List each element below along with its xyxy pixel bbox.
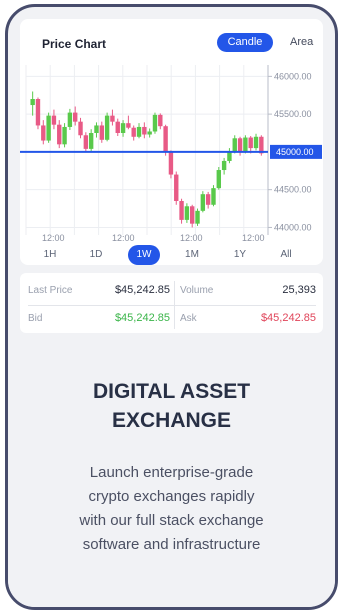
candle-up xyxy=(136,126,142,137)
timeframe-1y[interactable]: 1Y xyxy=(220,245,260,265)
candle-down xyxy=(126,123,131,128)
price-chart-card: Price Chart Candle Area 45000.00 46000.0… xyxy=(20,19,323,265)
timeframe-all[interactable]: All xyxy=(266,245,306,265)
current-price-tag-label: 45000.00 xyxy=(276,147,314,157)
candle-down xyxy=(110,115,115,122)
hero-title-line-2: EXCHANGE xyxy=(111,409,232,432)
candle-up xyxy=(152,114,158,132)
hero-description: Launch enterprise-grade crypto exchanges… xyxy=(8,461,335,557)
candle-up xyxy=(216,170,221,189)
candle-up xyxy=(147,131,152,135)
candle-down xyxy=(35,99,41,126)
candle-down xyxy=(51,115,57,125)
bid-value: $45,242.85 xyxy=(114,312,170,324)
volume-label: Volume xyxy=(180,285,214,296)
candlestick-chart[interactable]: 45000.00 46000.00 45500.00 44500.00 44000.0… xyxy=(20,59,323,243)
last-price-label: Last Price xyxy=(28,285,73,296)
candle-up xyxy=(184,206,190,220)
candle-down xyxy=(205,194,211,205)
candle-up xyxy=(221,160,227,171)
price-stats-card: Last Price $45,242.85 Volume 25,393 Bid … xyxy=(20,273,323,333)
y-tick-label: 45500.00 xyxy=(274,109,312,119)
hero-desc-line-3: with our full stack exchange xyxy=(79,512,264,529)
candle-down xyxy=(142,126,147,135)
candle-up xyxy=(200,194,206,211)
bid-label: Bid xyxy=(28,313,43,324)
candle-up xyxy=(120,123,126,133)
candle-up xyxy=(243,137,248,152)
stats-divider-horizontal xyxy=(28,305,316,306)
candle-down xyxy=(248,137,253,149)
candle-up xyxy=(94,125,99,133)
candle-up xyxy=(195,210,200,224)
y-tick-label: 44500.00 xyxy=(274,185,312,195)
candle-down xyxy=(131,127,136,137)
timeframe-1w[interactable]: 1W xyxy=(128,245,160,265)
candle-down xyxy=(99,125,104,140)
x-tick-label: 12:00 xyxy=(242,233,265,243)
last-price-value: $45,242.85 xyxy=(114,284,170,296)
x-axis-ticks: 12:00 12:00 12:00 12:00 xyxy=(42,233,265,243)
hero-title: DIGITAL ASSET EXCHANGE xyxy=(8,377,335,435)
candle-up xyxy=(62,126,67,145)
candle-down xyxy=(237,138,243,152)
candle-down xyxy=(158,114,163,127)
chart-title: Price Chart xyxy=(42,37,107,51)
candle-toggle-button[interactable]: Candle xyxy=(217,33,273,52)
chart-grid xyxy=(25,65,269,235)
candle-down xyxy=(174,174,179,201)
candle-up xyxy=(211,188,216,205)
candle-up xyxy=(232,138,237,152)
volume-value: 25,393 xyxy=(282,284,316,296)
x-tick-label: 12:00 xyxy=(112,233,135,243)
candle-down xyxy=(83,135,89,149)
candle-down xyxy=(78,121,83,136)
candle-down xyxy=(115,121,120,133)
candle-up xyxy=(227,151,232,161)
y-tick-label: 44000.00 xyxy=(274,222,312,232)
area-toggle-button[interactable]: Area xyxy=(290,36,313,48)
hero-desc-line-1: Launch enterprise-grade xyxy=(89,464,254,481)
candle-up xyxy=(253,136,259,149)
timeframe-1h[interactable]: 1H xyxy=(30,245,70,265)
candle-down xyxy=(41,125,46,141)
timeframe-selector: 1H 1D 1W 1M 1Y All xyxy=(20,245,323,267)
hero-section: DIGITAL ASSET EXCHANGE Launch enterprise… xyxy=(8,341,335,607)
candle-up xyxy=(67,112,73,127)
candle-down xyxy=(163,126,168,152)
ask-value: $45,242.85 xyxy=(260,312,316,324)
candle-down xyxy=(168,151,174,175)
candle-up xyxy=(30,99,35,106)
timeframe-1d[interactable]: 1D xyxy=(76,245,116,265)
candle-up xyxy=(88,133,94,149)
y-tick-label: 46000.00 xyxy=(274,71,312,81)
x-tick-label: 12:00 xyxy=(180,233,203,243)
candle-down xyxy=(190,206,195,224)
timeframe-1m[interactable]: 1M xyxy=(172,245,212,265)
ask-label: Ask xyxy=(180,313,197,324)
hero-desc-line-2: crypto exchanges rapidly xyxy=(88,488,255,505)
candle-down xyxy=(179,201,184,220)
phone-frame: Price Chart Candle Area 45000.00 46000.0… xyxy=(5,4,338,610)
candle-up xyxy=(104,115,110,140)
candle-up xyxy=(46,115,51,141)
candle-down xyxy=(57,124,62,145)
hero-desc-line-4: software and infrastructure xyxy=(82,536,261,553)
candle-down xyxy=(73,112,78,122)
hero-title-line-1: DIGITAL ASSET xyxy=(92,380,251,403)
x-tick-label: 12:00 xyxy=(42,233,65,243)
